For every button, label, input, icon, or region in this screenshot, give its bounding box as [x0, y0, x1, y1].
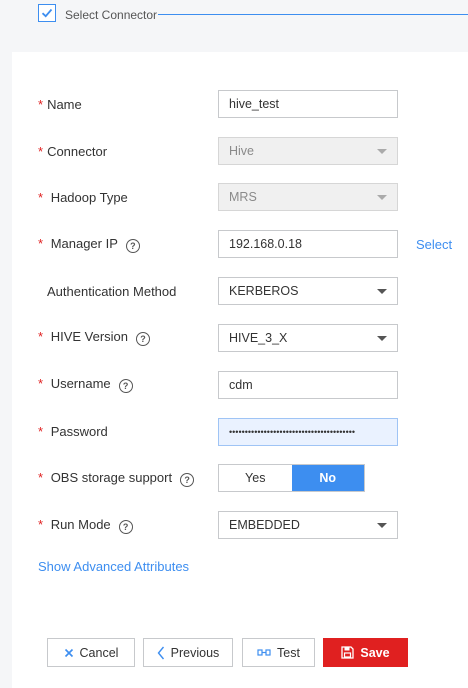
hadoop-type-select: MRS — [218, 183, 398, 211]
connector-label: * Connector — [38, 144, 108, 159]
manager-ip-select-link[interactable]: Select — [416, 237, 452, 252]
name-input[interactable]: hive_test — [218, 90, 398, 118]
manager-ip-input[interactable]: 192.168.0.18 — [218, 230, 398, 258]
required-star: * — [38, 190, 44, 205]
password-label: * Password — [38, 424, 108, 439]
auth-method-select[interactable]: KERBEROS — [218, 277, 398, 305]
help-icon[interactable]: ? — [180, 473, 195, 487]
help-icon[interactable]: ? — [118, 520, 133, 534]
chevron-down-icon — [377, 523, 387, 528]
required-star: * — [38, 376, 44, 391]
hive-version-label: * HIVE Version? — [38, 329, 151, 346]
obs-support-yes-option[interactable]: Yes — [219, 465, 292, 491]
wizard-step-label: Select Connector — [65, 8, 158, 22]
save-button[interactable]: Save — [323, 638, 408, 667]
hadoop-type-label: * Hadoop Type — [38, 190, 128, 205]
previous-button[interactable]: Previous — [143, 638, 233, 667]
chevron-down-icon — [377, 149, 387, 154]
username-label: * Username? — [38, 376, 133, 393]
required-star: * — [38, 97, 44, 112]
required-star: * — [38, 236, 44, 251]
show-advanced-attributes-link[interactable]: Show Advanced Attributes — [38, 559, 189, 574]
required-star: * — [38, 517, 44, 532]
required-star: * — [38, 424, 44, 439]
help-icon[interactable]: ? — [136, 332, 151, 346]
connector-select: Hive — [218, 137, 398, 165]
chevron-down-icon — [377, 289, 387, 294]
checkbox-checked-icon — [38, 4, 56, 22]
run-mode-label: * Run Mode? — [38, 517, 133, 534]
required-star: * — [38, 329, 44, 344]
username-input[interactable]: cdm — [218, 371, 398, 399]
obs-support-toggle[interactable]: Yes No — [218, 464, 365, 492]
hive-version-select[interactable]: HIVE_3_X — [218, 324, 398, 352]
test-button[interactable]: Test — [242, 638, 315, 667]
obs-support-label: * OBS storage support? — [38, 470, 195, 487]
chevron-down-icon — [377, 195, 387, 200]
manager-ip-label: * Manager IP? — [38, 236, 140, 253]
cancel-button[interactable]: Cancel — [47, 638, 135, 667]
help-icon[interactable]: ? — [118, 379, 133, 393]
connection-test-icon — [257, 647, 271, 659]
help-icon[interactable]: ? — [125, 239, 140, 253]
save-icon — [341, 646, 355, 659]
wizard-step-line — [158, 14, 468, 15]
chevron-down-icon — [377, 336, 387, 341]
password-input[interactable]: •••••••••••••••••••••••••••••••••••••••• — [218, 418, 398, 446]
obs-support-no-option[interactable]: No — [291, 465, 364, 491]
required-star: * — [38, 470, 44, 485]
close-icon — [64, 648, 74, 658]
name-label: * Name — [38, 97, 82, 112]
required-star: * — [38, 144, 44, 159]
run-mode-select[interactable]: EMBEDDED — [218, 511, 398, 539]
auth-method-label: Authentication Method — [47, 284, 177, 299]
wizard-step-bar: Select Connector — [0, 0, 468, 52]
chevron-left-icon — [157, 646, 165, 660]
